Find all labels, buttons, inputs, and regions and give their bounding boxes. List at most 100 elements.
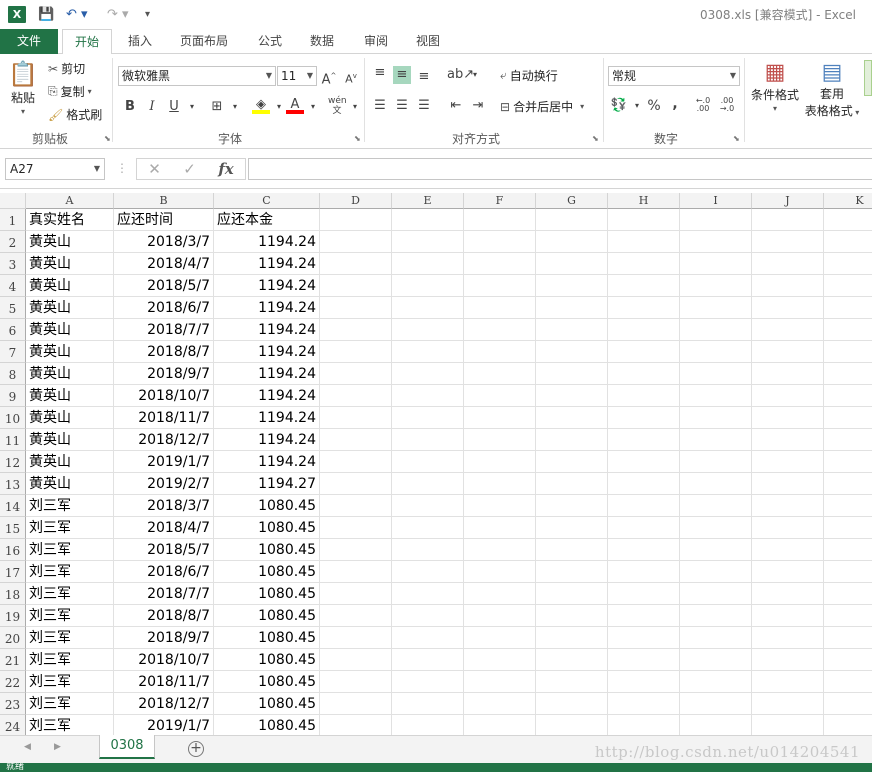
- cell-b24[interactable]: 2019/1/7: [114, 715, 214, 735]
- row-header[interactable]: 18: [0, 583, 26, 605]
- tab-page-layout[interactable]: 页面布局: [172, 29, 236, 54]
- select-all-corner[interactable]: [0, 193, 26, 209]
- cell-j17[interactable]: [752, 561, 824, 583]
- align-left-icon[interactable]: ☰: [371, 97, 389, 115]
- accounting-format-icon[interactable]: 💱: [610, 97, 628, 115]
- row-header[interactable]: 5: [0, 297, 26, 319]
- cell-h11[interactable]: [608, 429, 680, 451]
- tab-view[interactable]: 视图: [406, 29, 450, 54]
- cell-b22[interactable]: 2018/11/7: [114, 671, 214, 693]
- cell-e2[interactable]: [392, 231, 464, 253]
- cell-f6[interactable]: [464, 319, 536, 341]
- cell-b4[interactable]: 2018/5/7: [114, 275, 214, 297]
- cell-g23[interactable]: [536, 693, 608, 715]
- cell-d6[interactable]: [320, 319, 392, 341]
- column-header-j[interactable]: J: [752, 193, 824, 209]
- cell-j12[interactable]: [752, 451, 824, 473]
- copy-button[interactable]: ⎘ 复制 ▾: [48, 83, 92, 100]
- row-header[interactable]: 10: [0, 407, 26, 429]
- cell-a8[interactable]: 黄英山: [26, 363, 114, 385]
- column-header-f[interactable]: F: [464, 193, 536, 209]
- format-painter-button[interactable]: 🖌 格式刷: [48, 106, 102, 123]
- column-header-b[interactable]: B: [114, 193, 214, 209]
- tab-file[interactable]: 文件: [0, 29, 58, 54]
- column-header-c[interactable]: C: [214, 193, 320, 209]
- cell-f24[interactable]: [464, 715, 536, 735]
- cell-a9[interactable]: 黄英山: [26, 385, 114, 407]
- cell-e12[interactable]: [392, 451, 464, 473]
- cell-k10[interactable]: [824, 407, 872, 429]
- cell-k4[interactable]: [824, 275, 872, 297]
- cell-k7[interactable]: [824, 341, 872, 363]
- cell-k2[interactable]: [824, 231, 872, 253]
- cell-d17[interactable]: [320, 561, 392, 583]
- cell-b2[interactable]: 2018/3/7: [114, 231, 214, 253]
- cell-a5[interactable]: 黄英山: [26, 297, 114, 319]
- cell-e20[interactable]: [392, 627, 464, 649]
- sheet-prev-icon[interactable]: ◀: [24, 742, 31, 752]
- cell-a11[interactable]: 黄英山: [26, 429, 114, 451]
- cell-a13[interactable]: 黄英山: [26, 473, 114, 495]
- cell-c9[interactable]: 1194.24: [214, 385, 320, 407]
- cell-k16[interactable]: [824, 539, 872, 561]
- row-header[interactable]: 21: [0, 649, 26, 671]
- cell-i13[interactable]: [680, 473, 752, 495]
- cell-f1[interactable]: [464, 209, 536, 231]
- cell-f4[interactable]: [464, 275, 536, 297]
- cell-i2[interactable]: [680, 231, 752, 253]
- cell-i9[interactable]: [680, 385, 752, 407]
- underline-button[interactable]: U: [165, 98, 183, 116]
- cell-a17[interactable]: 刘三军: [26, 561, 114, 583]
- cell-b10[interactable]: 2018/11/7: [114, 407, 214, 429]
- cell-d21[interactable]: [320, 649, 392, 671]
- cell-h15[interactable]: [608, 517, 680, 539]
- decrease-decimal-icon[interactable]: .00 →.0: [718, 97, 736, 115]
- cell-a23[interactable]: 刘三军: [26, 693, 114, 715]
- cell-h19[interactable]: [608, 605, 680, 627]
- cell-j21[interactable]: [752, 649, 824, 671]
- conditional-formatting-button[interactable]: ▦ 条件格式 ▾: [750, 60, 800, 113]
- cell-d11[interactable]: [320, 429, 392, 451]
- cell-g8[interactable]: [536, 363, 608, 385]
- sheet-next-icon[interactable]: ▶: [54, 742, 61, 752]
- cell-i6[interactable]: [680, 319, 752, 341]
- cell-a20[interactable]: 刘三军: [26, 627, 114, 649]
- cell-h9[interactable]: [608, 385, 680, 407]
- align-top-icon[interactable]: ≡: [371, 64, 389, 82]
- row-header[interactable]: 13: [0, 473, 26, 495]
- cell-e13[interactable]: [392, 473, 464, 495]
- cell-k9[interactable]: [824, 385, 872, 407]
- cell-f11[interactable]: [464, 429, 536, 451]
- cell-j18[interactable]: [752, 583, 824, 605]
- cell-f12[interactable]: [464, 451, 536, 473]
- cell-j14[interactable]: [752, 495, 824, 517]
- cell-d4[interactable]: [320, 275, 392, 297]
- cell-j19[interactable]: [752, 605, 824, 627]
- cell-k17[interactable]: [824, 561, 872, 583]
- cell-h23[interactable]: [608, 693, 680, 715]
- cell-d12[interactable]: [320, 451, 392, 473]
- cell-g7[interactable]: [536, 341, 608, 363]
- cell-c7[interactable]: 1194.24: [214, 341, 320, 363]
- row-header[interactable]: 11: [0, 429, 26, 451]
- cell-g22[interactable]: [536, 671, 608, 693]
- orientation-icon[interactable]: ab↗: [447, 66, 474, 84]
- cell-c17[interactable]: 1080.45: [214, 561, 320, 583]
- cell-j7[interactable]: [752, 341, 824, 363]
- cell-d5[interactable]: [320, 297, 392, 319]
- cell-j20[interactable]: [752, 627, 824, 649]
- font-name-select[interactable]: 微软雅黑 ▼: [118, 66, 276, 86]
- cell-a3[interactable]: 黄英山: [26, 253, 114, 275]
- cell-f18[interactable]: [464, 583, 536, 605]
- font-size-select[interactable]: 11 ▼: [277, 66, 317, 86]
- cell-h12[interactable]: [608, 451, 680, 473]
- cell-k1[interactable]: [824, 209, 872, 231]
- cell-c2[interactable]: 1194.24: [214, 231, 320, 253]
- enter-icon[interactable]: ✓: [183, 160, 196, 178]
- cell-c12[interactable]: 1194.24: [214, 451, 320, 473]
- cell-b8[interactable]: 2018/9/7: [114, 363, 214, 385]
- cell-f17[interactable]: [464, 561, 536, 583]
- cell-c13[interactable]: 1194.27: [214, 473, 320, 495]
- tab-data[interactable]: 数据: [300, 29, 344, 54]
- cell-g19[interactable]: [536, 605, 608, 627]
